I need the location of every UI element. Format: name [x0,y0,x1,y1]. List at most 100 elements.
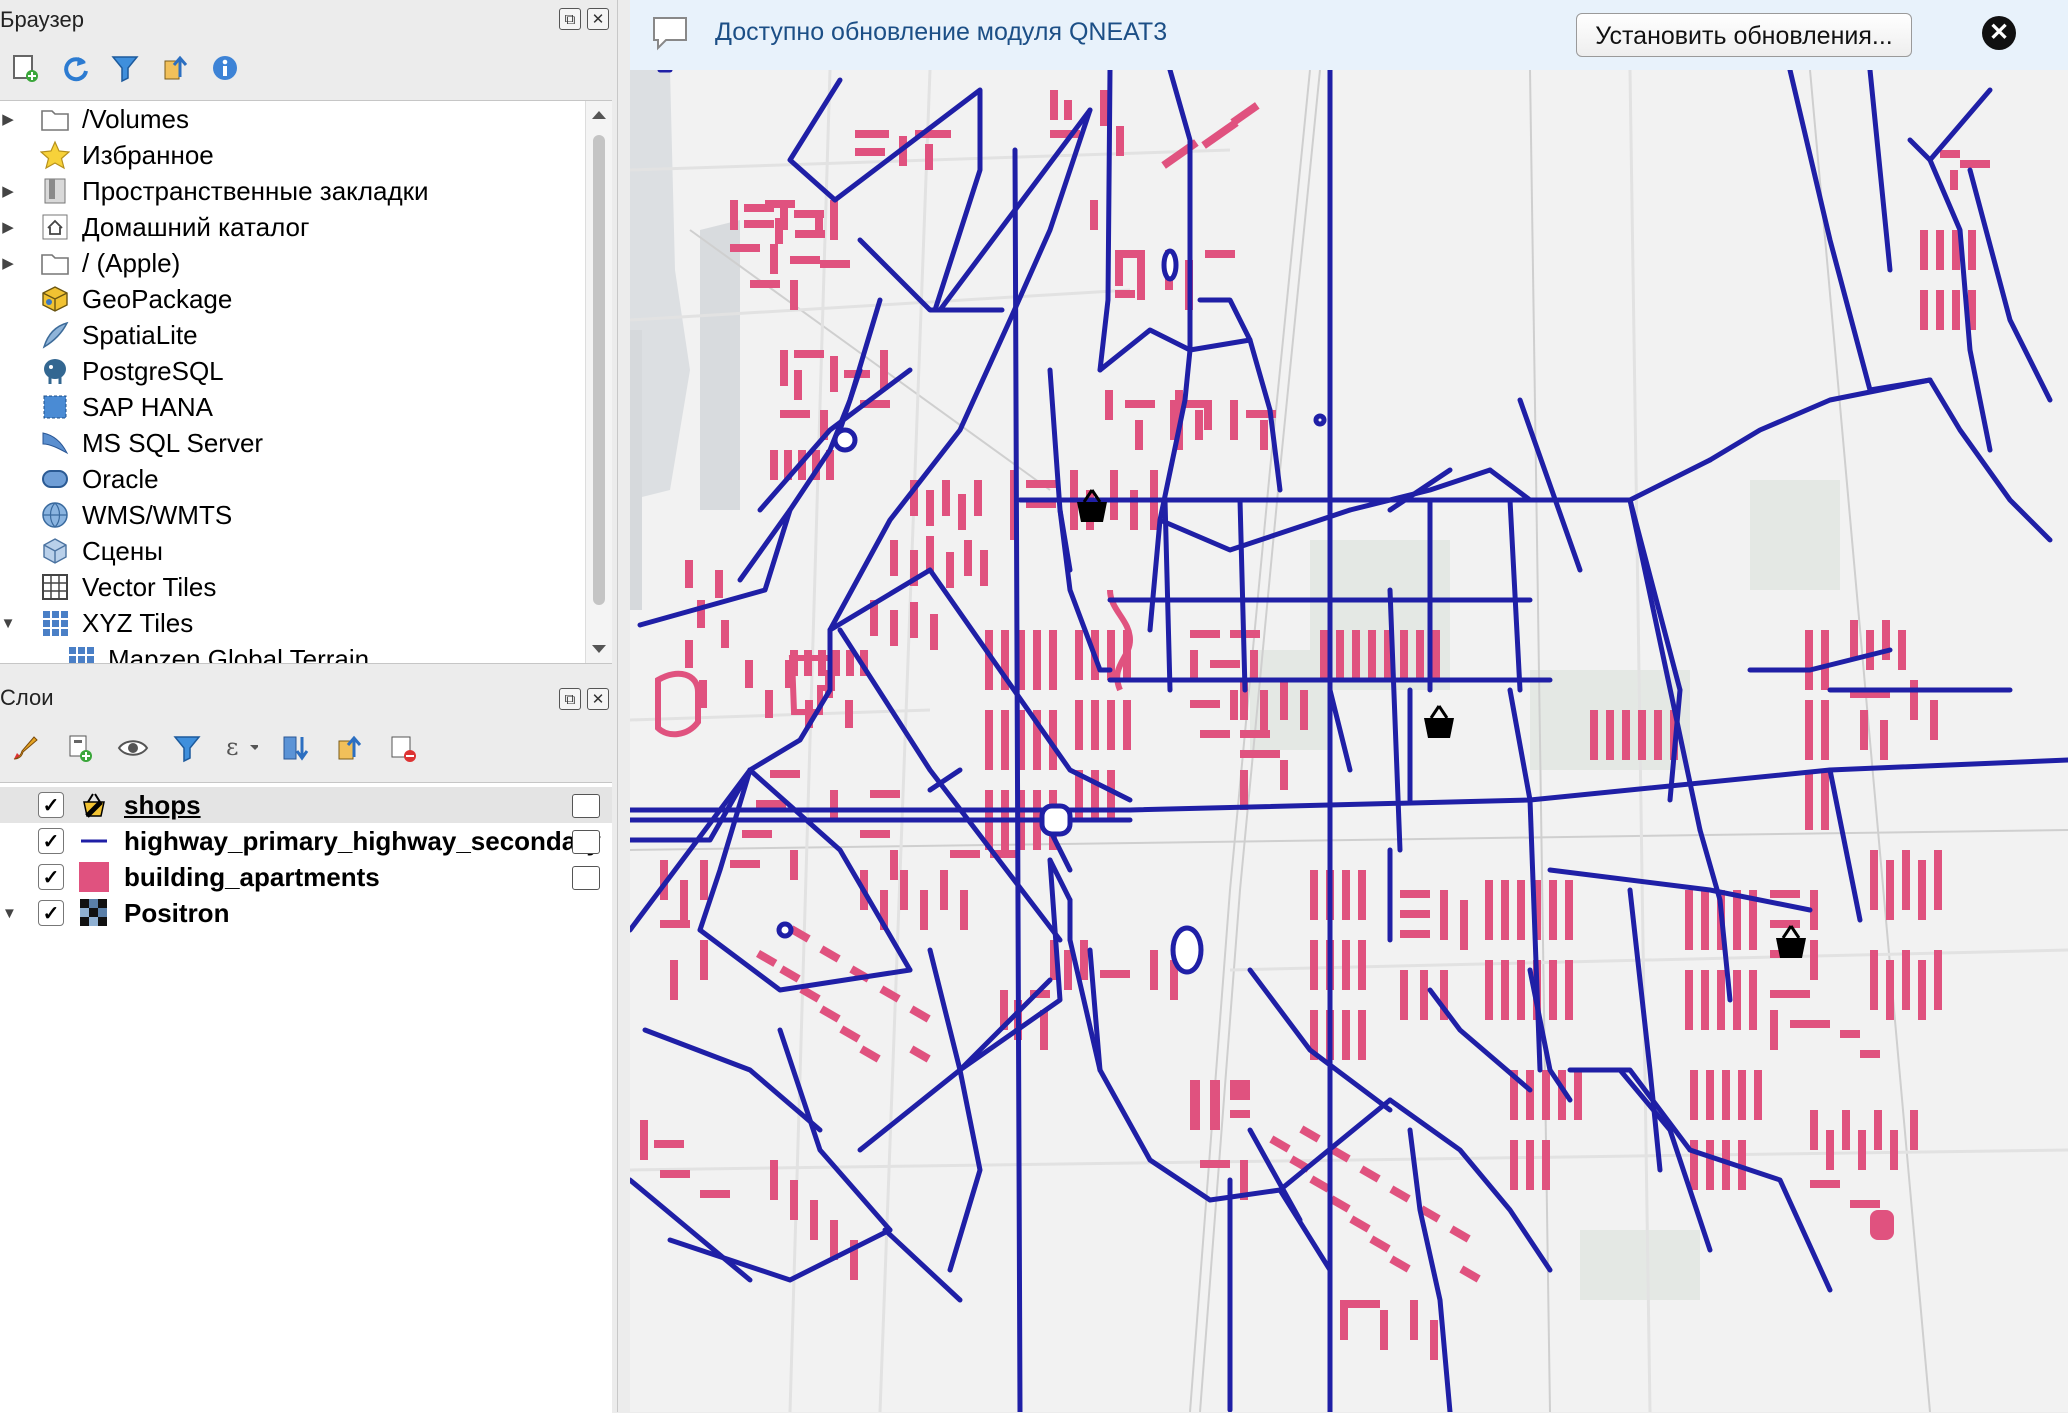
collapse-all-icon [338,735,362,760]
home-icon [42,214,68,240]
layers-panel-title: Слои [0,685,54,710]
wms-icon [42,502,68,528]
collapse-arrow-icon[interactable]: ▼ [2,905,17,922]
add-layer-button[interactable] [8,51,42,85]
browser-item-oracle[interactable]: Oracle [0,461,159,497]
float-panel-button[interactable]: ⧉ [559,688,581,710]
add-group-button[interactable] [62,731,96,765]
close-banner-button[interactable]: ✕ [1982,16,2016,50]
left-dock: Браузер ⧉ ✕ ▶ /Volumes Избранное ▶ Прост… [0,0,618,1413]
layer-label: Positron [124,897,230,928]
expand-all-icon [283,736,309,761]
browser-item-label: / (Apple) [82,247,181,278]
layers-toolbar: ε [0,722,420,774]
paint-brush-icon [13,736,38,760]
browser-item-spatial-bookmarks[interactable]: ▶ Пространственные закладки [0,173,428,209]
layer-row-highways[interactable]: ✓ highway_primary_highway_secondary [0,823,612,859]
visibility-button[interactable] [116,731,150,765]
expression-icon: ε [226,733,258,761]
add-layer-icon [13,55,38,82]
refresh-icon [64,57,88,82]
sap-hana-icon [43,395,67,419]
install-updates-button[interactable]: Установить обновления... [1576,13,1912,57]
layer-editable-icon[interactable] [572,866,600,890]
browser-panel-title: Браузер [0,7,84,32]
style-button[interactable] [8,731,42,765]
browser-item-label: Избранное [82,139,214,170]
browser-item-root[interactable]: ▶ / (Apple) [0,245,180,281]
browser-item-sap-hana[interactable]: SAP HANA [0,389,213,425]
browser-item-label: PostgreSQL [82,355,224,386]
browser-item-postgresql[interactable]: PostgreSQL [0,353,224,389]
star-icon [40,140,70,170]
browser-item-mssql[interactable]: MS SQL Server [0,425,263,461]
browser-item-wms[interactable]: WMS/WMTS [0,497,232,533]
browser-item-label: Сцены [82,535,163,566]
expand-arrow-icon[interactable]: ▶ [0,182,16,200]
eye-icon [117,740,149,756]
expand-all-button[interactable] [278,731,312,765]
expand-arrow-icon[interactable]: ▶ [0,254,16,272]
remove-layer-button[interactable] [386,731,420,765]
polygon-symbol-icon [79,862,109,892]
collapse-all-layers-button[interactable] [332,731,366,765]
refresh-button[interactable] [58,51,92,85]
layer-row-buildings[interactable]: ✓ building_apartments [0,859,612,895]
browser-item-label: WMS/WMTS [82,499,233,530]
layer-visibility-checkbox[interactable]: ✓ [38,864,64,890]
geopackage-icon [42,286,68,312]
collapse-arrow-icon[interactable]: ▼ [0,615,16,632]
browser-item-label: SpatiaLite [82,319,198,350]
layer-row-shops[interactable]: ✓ shops [0,787,612,823]
scroll-up-arrow-icon[interactable] [592,111,606,119]
browser-item-xyz-tiles[interactable]: ▼ XYZ Tiles [0,605,194,641]
browser-item-label: Vector Tiles [82,571,217,602]
expand-arrow-icon[interactable]: ▶ [0,110,16,128]
close-panel-button[interactable]: ✕ [587,688,609,710]
expression-filter-button[interactable]: ε [224,731,258,765]
add-group-icon [69,735,92,762]
postgresql-icon [44,359,66,384]
layer-label: shops [124,789,201,820]
scroll-down-arrow-icon[interactable] [592,645,606,653]
layers-panel-controls: ⧉ ✕ [559,688,609,710]
shop-basket-icon [83,793,105,818]
layer-visibility-checkbox[interactable]: ✓ [38,792,64,818]
browser-item-label: XYZ Tiles [82,607,194,638]
browser-item-mapzen[interactable]: Mapzen Global Terrain [42,641,369,663]
scrollbar-thumb[interactable] [593,135,605,605]
filter-legend-button[interactable] [170,731,204,765]
message-bubble-icon [653,17,687,51]
browser-item-geopackage[interactable]: GeoPackage [0,281,232,317]
expand-arrow-icon[interactable]: ▶ [0,218,16,236]
layer-row-positron[interactable]: ▼ ✓ Positron [0,895,612,931]
filter-button[interactable] [108,51,142,85]
collapse-all-icon [164,55,188,80]
scenes-icon [43,538,67,564]
layer-visibility-checkbox[interactable]: ✓ [38,828,64,854]
collapse-all-button[interactable] [158,51,192,85]
remove-layer-icon [391,736,416,762]
browser-item-vector-tiles[interactable]: Vector Tiles [0,569,216,605]
browser-scrollbar[interactable] [585,101,612,663]
browser-item-scenes[interactable]: Сцены [0,533,163,569]
browser-item-favorites[interactable]: Избранное [0,137,214,173]
folder-icon [41,110,69,131]
browser-item-home[interactable]: ▶ Домашний каталог [0,209,309,245]
browser-item-spatialite[interactable]: SpatiaLite [0,317,198,353]
info-button[interactable] [208,51,242,85]
line-symbol-icon [81,839,107,843]
layer-editable-icon[interactable] [572,830,600,854]
layer-editable-icon[interactable] [572,794,600,818]
browser-item-label: /Volumes [82,103,189,134]
close-panel-button[interactable]: ✕ [587,8,609,30]
browser-item-volumes[interactable]: ▶ /Volumes [0,101,189,137]
layers-tree[interactable]: ✓ shops ✓ highway_primary_highway_second… [0,782,612,1413]
panel-splitter[interactable] [0,668,612,674]
float-panel-button[interactable]: ⧉ [559,8,581,30]
map-canvas[interactable]: Доступно обновление модуля QNEAT3 Устано… [630,0,2068,1412]
update-notification-bar: Доступно обновление модуля QNEAT3 Устано… [630,0,2068,71]
browser-tree[interactable]: ▶ /Volumes Избранное ▶ Пространственные … [0,100,612,664]
info-icon [213,56,237,80]
layer-visibility-checkbox[interactable]: ✓ [38,900,64,926]
